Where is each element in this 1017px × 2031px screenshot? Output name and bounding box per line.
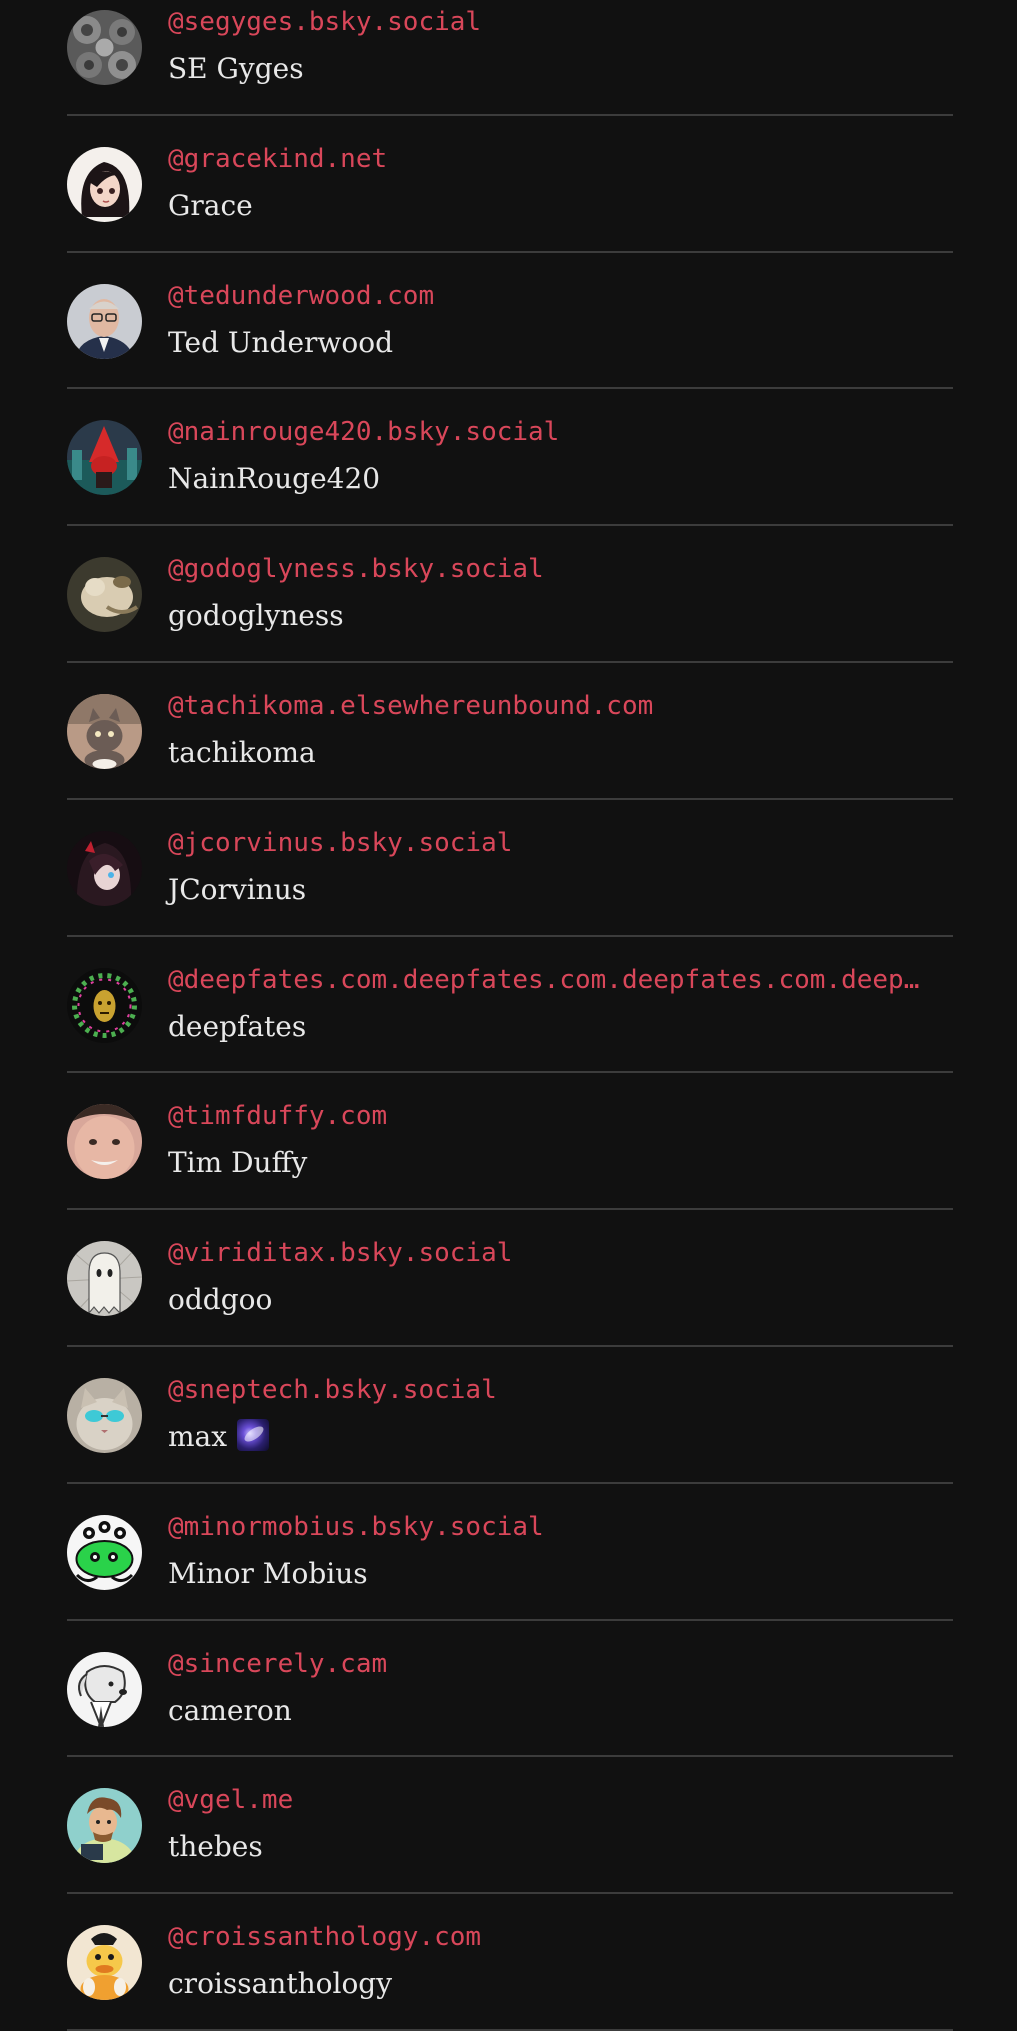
list-item[interactable]: @tedunderwood.com Ted Underwood — [67, 253, 953, 390]
user-handle[interactable]: @croissanthology.com — [168, 1920, 948, 1954]
display-name: oddgoo — [168, 1283, 273, 1317]
list-item[interactable]: @tachikoma.elsewhereunbound.com tachikom… — [67, 663, 953, 800]
anime-character-avatar[interactable] — [67, 830, 142, 906]
display-name: cameron — [168, 1693, 292, 1727]
anime-girl-avatar[interactable] — [67, 146, 142, 222]
list-item[interactable]: @vgel.me thebes — [67, 1757, 953, 1895]
user-handle[interactable]: @timfduffy.com — [168, 1099, 948, 1133]
list-item[interactable]: @jcorvinus.bsky.social JCorvinus — [67, 800, 953, 937]
gold-mask-avatar[interactable] — [67, 967, 142, 1043]
display-name: Grace — [168, 188, 253, 222]
list-item[interactable]: @sneptech.bsky.social max — [67, 1347, 953, 1484]
list-item[interactable]: @timfduffy.com Tim Duffy — [67, 1073, 953, 1211]
user-handle[interactable]: @deepfates.com.deepfates.com.deepfates.c… — [168, 963, 948, 997]
user-handle[interactable]: @segyges.bsky.social — [168, 5, 948, 39]
milky-way-emoji — [237, 1418, 270, 1451]
user-handle[interactable]: @sneptech.bsky.social — [168, 1373, 948, 1407]
classical-painting-avatar[interactable] — [67, 557, 142, 633]
list-item[interactable]: @viriditax.bsky.social oddgoo — [67, 1210, 953, 1347]
list-item[interactable]: @minormobius.bsky.social Minor Mobius — [67, 1484, 953, 1621]
user-handle[interactable]: @godoglyness.bsky.social — [168, 552, 948, 586]
green-creature-avatar[interactable] — [67, 1514, 142, 1590]
dog-sketch-avatar[interactable] — [67, 1651, 142, 1727]
display-name: Ted Underwood — [168, 325, 394, 359]
display-name: Tim Duffy — [168, 1146, 308, 1180]
user-handle[interactable]: @nainrouge420.bsky.social — [168, 415, 948, 449]
user-handle[interactable]: @gracekind.net — [168, 142, 948, 176]
man-glasses-avatar[interactable] — [67, 283, 142, 359]
cartoon-person-avatar[interactable] — [67, 1788, 142, 1864]
user-handle[interactable]: @tedunderwood.com — [168, 279, 948, 313]
fractal-avatar[interactable] — [67, 10, 142, 85]
user-handle[interactable]: @viriditax.bsky.social — [168, 1236, 948, 1270]
display-name: JCorvinus — [168, 872, 307, 906]
follows-list: @segyges.bsky.social SE Gyges @gracekind… — [67, 0, 953, 2031]
display-name: max — [168, 1417, 270, 1457]
duck-avatar[interactable] — [67, 1925, 142, 2001]
user-handle[interactable]: @minormobius.bsky.social — [168, 1510, 948, 1544]
display-name: NainRouge420 — [168, 462, 381, 496]
face-photo-avatar[interactable] — [67, 1104, 142, 1180]
ghost-sketch-avatar[interactable] — [67, 1241, 142, 1317]
red-gnome-avatar[interactable] — [67, 420, 142, 496]
list-item[interactable]: @nainrouge420.bsky.social NainRouge420 — [67, 389, 953, 527]
user-handle[interactable]: @tachikoma.elsewhereunbound.com — [168, 689, 948, 723]
display-name: croissanthology — [168, 1967, 393, 2001]
display-name: tachikoma — [168, 735, 316, 769]
user-handle[interactable]: @jcorvinus.bsky.social — [168, 826, 948, 860]
display-name: godoglyness — [168, 599, 344, 633]
list-item[interactable]: @godoglyness.bsky.social godoglyness — [67, 526, 953, 663]
display-name: thebes — [168, 1830, 263, 1864]
display-name: deepfates — [168, 1009, 307, 1043]
list-item[interactable]: @deepfates.com.deepfates.com.deepfates.c… — [67, 937, 953, 1074]
display-name: SE Gyges — [168, 52, 304, 85]
user-handle[interactable]: @vgel.me — [168, 1783, 948, 1817]
list-item[interactable]: @croissanthology.com croissanthology — [67, 1894, 953, 2031]
list-item[interactable]: @gracekind.net Grace — [67, 116, 953, 253]
display-name: Minor Mobius — [168, 1556, 368, 1590]
user-handle[interactable]: @sincerely.cam — [168, 1647, 948, 1681]
cartoon-cat-avatar[interactable] — [67, 693, 142, 769]
cat-sunglasses-avatar[interactable] — [67, 1377, 142, 1453]
display-name-text: max — [168, 1419, 228, 1453]
list-item[interactable]: @segyges.bsky.social SE Gyges — [67, 0, 953, 116]
list-item[interactable]: @sincerely.cam cameron — [67, 1621, 953, 1758]
